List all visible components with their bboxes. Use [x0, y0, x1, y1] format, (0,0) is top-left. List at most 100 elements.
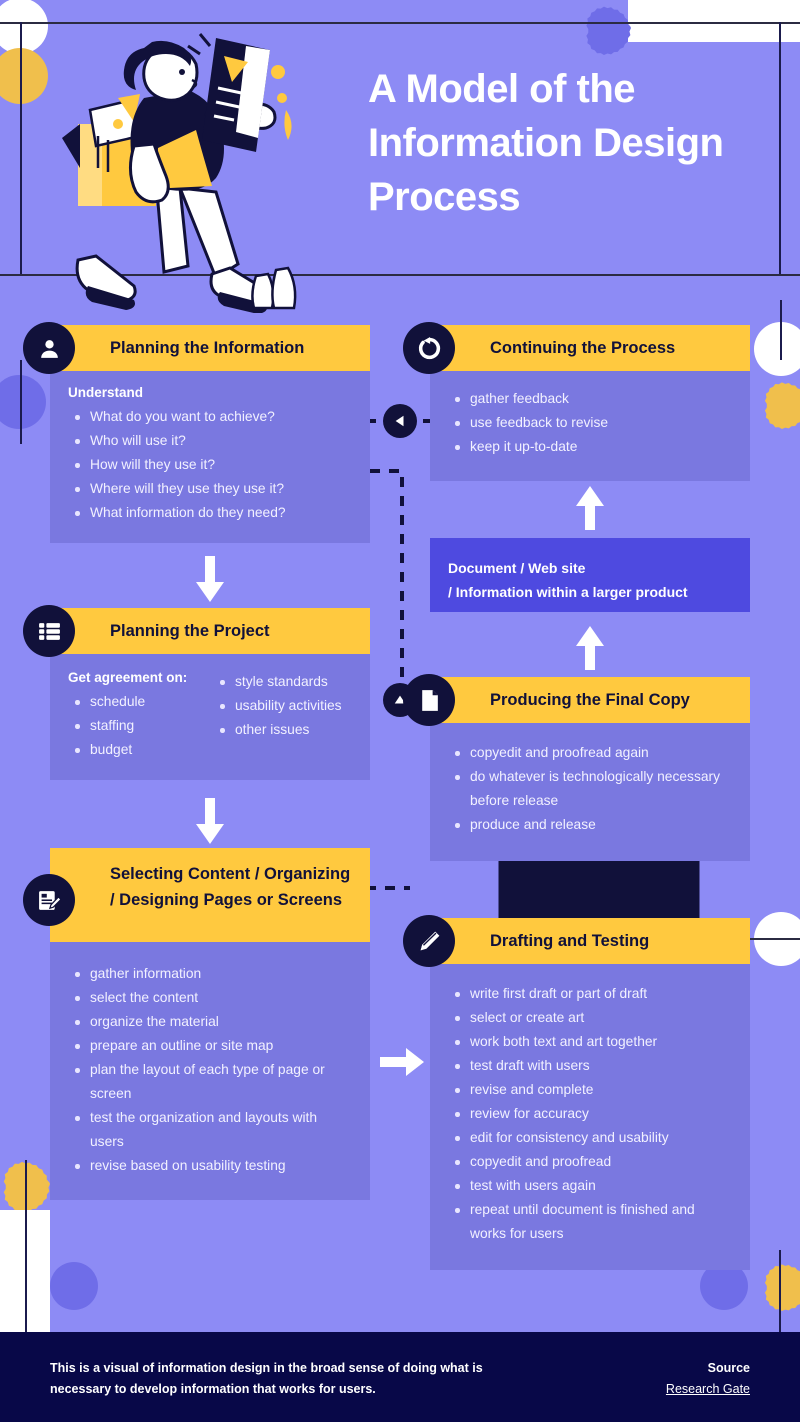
arrow-down-icon-1 [192, 556, 228, 604]
document-edit-icon [23, 874, 75, 926]
card-body-continuing-the-process: gather feedback use feedback to revise k… [430, 369, 750, 481]
page-icon [403, 674, 455, 726]
list-item: write first draft or part of draft [448, 982, 732, 1006]
output-line-2: / Information within a larger product [448, 584, 688, 600]
deco-rect-bottom-left [0, 1210, 50, 1332]
list-item: use feedback to revise [448, 411, 732, 435]
deco-line-vertical-left-2 [20, 360, 22, 444]
card-list: What do you want to achieve? Who will us… [68, 405, 352, 525]
list-icon [23, 605, 75, 657]
card-title: Drafting and Testing [490, 932, 650, 950]
deco-circle-white-right-1 [754, 322, 800, 376]
card-list: gather information select the content or… [68, 962, 352, 1178]
list-item: test the organization and layouts with u… [68, 1106, 352, 1154]
list-item: select or create art [448, 1006, 732, 1030]
card-title: Selecting Content / Organizing / Designi… [110, 865, 351, 909]
card-header-producing-the-final-copy: Producing the Final Copy [403, 674, 750, 726]
list-item: produce and release [448, 813, 732, 837]
infographic-poster: A Model of the Information Design Proces… [0, 0, 800, 1422]
list-item: organize the material [68, 1010, 352, 1034]
card-lead: Get agreement on: [68, 670, 188, 685]
card-body-producing-the-final-copy: copyedit and proofread again do whatever… [430, 721, 750, 861]
arrow-down-icon-2 [192, 798, 228, 846]
card-body-planning-the-information: Understand What do you want to achieve? … [50, 369, 370, 543]
list-item: edit for consistency and usability [448, 1126, 732, 1150]
card-planning-the-project: Planning the Project Get agreement on: s… [23, 605, 370, 780]
card-list: gather feedback use feedback to revise k… [448, 387, 732, 459]
list-item: revise based on usability testing [68, 1154, 352, 1178]
list-item: copyedit and proofread again [448, 741, 732, 765]
list-item: What do you want to achieve? [68, 405, 352, 429]
card-header-continuing-the-process: Continuing the Process [403, 322, 750, 374]
list-item: budget [68, 738, 207, 762]
card-title: Planning the Project [110, 622, 270, 640]
deco-circle-purple-left-1 [0, 375, 46, 429]
list-item: test with users again [448, 1174, 732, 1198]
poster-footer: This is a visual of information design i… [0, 1332, 800, 1422]
card-header-planning-the-information: Planning the Information [23, 322, 370, 374]
card-body-selecting-content: gather information select the content or… [50, 940, 370, 1200]
output-line-1: Document / Web site [448, 560, 586, 576]
arrow-right-icon [378, 1044, 426, 1080]
footer-note: This is a visual of information design i… [50, 1361, 483, 1396]
deco-line-vertical-right-2 [780, 300, 782, 360]
person-reading-illustration [60, 28, 340, 314]
list-item: repeat until document is finished and wo… [448, 1198, 732, 1246]
deco-circle-purple-bottom-left [50, 1262, 98, 1310]
card-column-left: Get agreement on: schedule staffing budg… [68, 670, 207, 762]
deco-sunburst-yellow-right-1 [764, 382, 800, 430]
list-item: schedule [68, 690, 207, 714]
card-list: write first draft or part of draft selec… [448, 982, 732, 1246]
card-body-drafting-and-testing: write first draft or part of draft selec… [430, 962, 750, 1270]
list-item: copyedit and proofread [448, 1150, 732, 1174]
card-header-planning-the-project: Planning the Project [23, 605, 370, 657]
triangle-left-icon [383, 404, 417, 438]
page-title: A Model of the Information Design Proces… [368, 67, 724, 219]
list-item: work both text and art together [448, 1030, 732, 1054]
list-item: other issues [213, 718, 352, 742]
list-item: keep it up-to-date [448, 435, 732, 459]
footer-source-link[interactable]: Research Gate [666, 1379, 750, 1400]
poster-header: A Model of the Information Design Proces… [0, 0, 800, 314]
list-item: What information do they need? [68, 501, 352, 525]
list-item: prepare an outline or site map [68, 1034, 352, 1058]
user-icon [23, 322, 75, 374]
card-planning-the-information: Planning the Information Understand What… [23, 322, 370, 543]
list-item: review for accuracy [448, 1102, 732, 1126]
list-item: gather feedback [448, 387, 732, 411]
card-lead: Understand [68, 385, 144, 400]
output-box-document-website: Document / Web site / Information within… [430, 538, 750, 612]
card-selecting-content: Selecting Content / Organizing / Designi… [23, 848, 370, 1200]
list-item: staffing [68, 714, 207, 738]
card-producing-the-final-copy: Producing the Final Copy copyedit and pr… [403, 674, 750, 861]
card-header-drafting-and-testing: Drafting and Testing [403, 915, 750, 967]
list-item: Who will use it? [68, 429, 352, 453]
arrow-up-icon-2 [572, 624, 608, 672]
card-list-right: style standards usability activities oth… [213, 670, 352, 742]
list-item: gather information [68, 962, 352, 986]
list-item: select the content [68, 986, 352, 1010]
pencil-icon [403, 915, 455, 967]
footer-source-label: Source [707, 1361, 750, 1375]
list-item: Where will they use they use it? [68, 477, 352, 501]
list-item: plan the layout of each type of page or … [68, 1058, 352, 1106]
card-title: Planning the Information [110, 339, 305, 357]
card-title: Producing the Final Copy [490, 691, 690, 709]
card-header-selecting-content: Selecting Content / Organizing / Designi… [23, 848, 370, 942]
list-item: How will they use it? [68, 453, 352, 477]
card-body-planning-the-project: Get agreement on: schedule staffing budg… [50, 652, 370, 780]
arrow-up-icon-1 [572, 484, 608, 532]
list-item: test draft with users [448, 1054, 732, 1078]
list-item: do whatever is technologically necessary… [448, 765, 732, 813]
deco-line-vertical-bottom-left [25, 1160, 27, 1332]
list-item: style standards [213, 670, 352, 694]
refresh-icon [403, 322, 455, 374]
card-list: copyedit and proofread again do whatever… [448, 741, 732, 837]
footer-source: Source Research Gate [666, 1358, 750, 1400]
card-drafting-and-testing: Drafting and Testing write first draft o… [403, 915, 750, 1270]
card-title: Continuing the Process [490, 339, 676, 357]
card-column-right: style standards usability activities oth… [213, 670, 352, 762]
deco-sunburst-yellow-bottom-left [3, 1161, 50, 1212]
card-list-left: schedule staffing budget [68, 690, 207, 762]
card-continuing-the-process: Continuing the Process gather feedback u… [403, 322, 750, 481]
